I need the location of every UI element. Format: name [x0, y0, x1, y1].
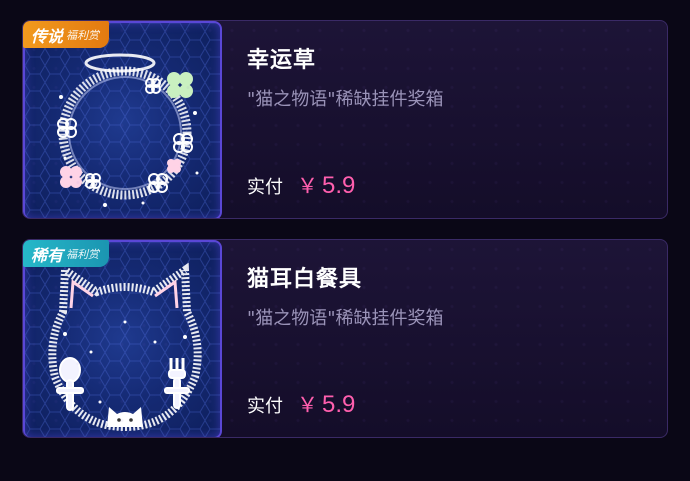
price-value: ￥ 5.9: [297, 170, 355, 200]
price-row: 实付 ￥ 5.9: [247, 170, 355, 200]
reward-title: 猫耳白餐具: [247, 267, 363, 292]
reward-thumbnail: [23, 21, 222, 218]
badge-rarity-label: 稀有: [31, 247, 64, 265]
rarity-badge: 稀有 福利赏: [23, 240, 110, 267]
reward-title: 幸运草: [247, 48, 317, 73]
rarity-badge: 传说 福利赏: [23, 21, 110, 48]
reward-info: 猫耳白餐具 "猫之物语"稀缺挂件奖箱 实付 ￥ 5.9: [247, 240, 667, 437]
price-row: 实付 ￥ 5.9: [247, 389, 355, 419]
badge-rarity-label: 传说: [31, 28, 64, 46]
reward-card[interactable]: 稀有 福利赏 猫耳白餐具 "猫之物语"稀缺挂件奖箱 实付 ￥ 5.9: [22, 239, 668, 438]
cat-ear-tableware-frame-icon: [25, 242, 220, 437]
price-amount: 5.9: [322, 391, 356, 418]
reward-info: 幸运草 "猫之物语"稀缺挂件奖箱 实付 ￥ 5.9: [247, 21, 667, 218]
currency-symbol: ￥: [297, 394, 318, 417]
price-amount: 5.9: [322, 172, 356, 199]
clover-ring-frame-icon: [25, 23, 220, 218]
reward-thumbnail: [23, 240, 222, 437]
pay-label: 实付: [247, 177, 283, 198]
pay-label: 实付: [247, 396, 283, 417]
reward-description: "猫之物语"稀缺挂件奖箱: [247, 89, 444, 110]
badge-type-label: 福利赏: [66, 29, 100, 42]
reward-card[interactable]: 传说 福利赏 幸运草 "猫之物语"稀缺挂件奖箱 实付 ￥ 5.9: [22, 20, 668, 219]
reward-list: 传说 福利赏 幸运草 "猫之物语"稀缺挂件奖箱 实付 ￥ 5.9 稀有 福利赏 …: [22, 20, 668, 458]
currency-symbol: ￥: [297, 175, 318, 198]
reward-description: "猫之物语"稀缺挂件奖箱: [247, 308, 444, 329]
badge-type-label: 福利赏: [66, 248, 100, 261]
price-value: ￥ 5.9: [297, 389, 355, 419]
